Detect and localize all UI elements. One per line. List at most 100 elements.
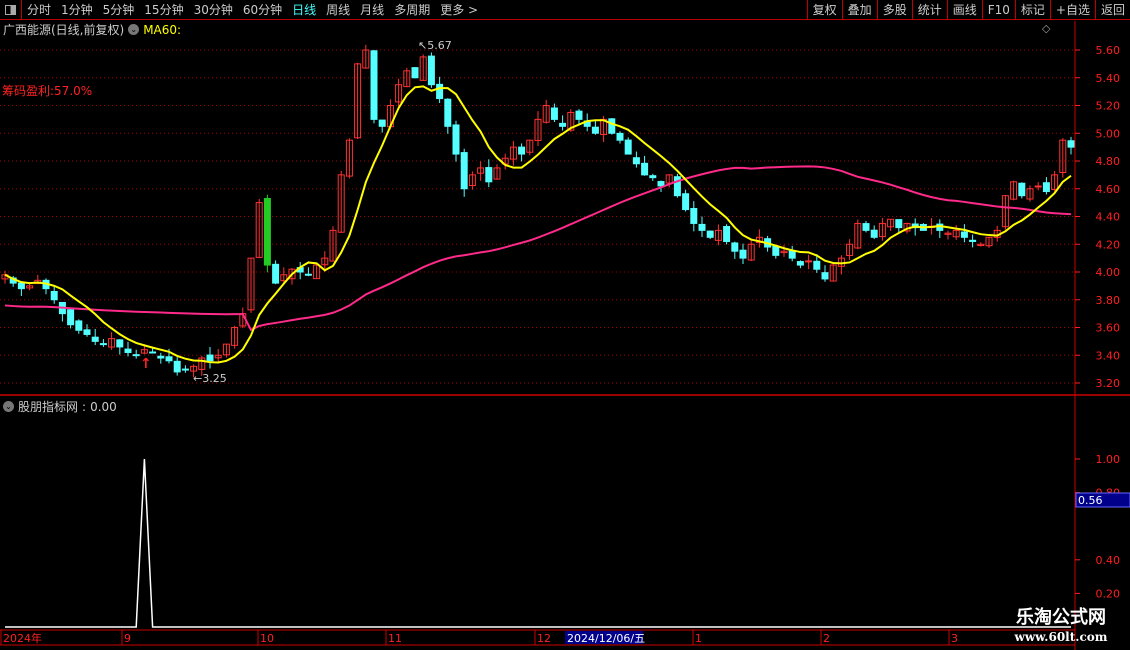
candle-down xyxy=(698,223,706,231)
candle-down xyxy=(83,329,91,335)
indicator-line xyxy=(5,458,1071,628)
candle-down xyxy=(550,107,558,120)
candle-down xyxy=(91,336,99,342)
price-tick-label: 3.60 xyxy=(1096,322,1121,335)
candle-down xyxy=(452,124,460,155)
candle-down xyxy=(411,67,419,79)
candle-down xyxy=(427,55,435,86)
candle-down xyxy=(75,320,83,331)
candle-down xyxy=(181,368,189,371)
candle-down xyxy=(17,282,25,290)
date-label: 2 xyxy=(823,632,830,645)
date-label: 10 xyxy=(260,632,274,645)
candle-down xyxy=(870,229,878,238)
candle-down xyxy=(895,219,903,229)
indicator-sep: : xyxy=(82,399,87,414)
candle-down xyxy=(969,239,977,242)
candle-up xyxy=(805,260,813,263)
candle-down xyxy=(132,354,140,357)
candle-down xyxy=(157,355,165,359)
watermark-logo: 乐淘公式网 www.60lt.com xyxy=(992,606,1130,650)
selected-date: 2024/12/06/五 xyxy=(567,632,645,645)
candle-down xyxy=(682,193,690,211)
price-tick-label: 3.80 xyxy=(1096,294,1121,307)
candle-down xyxy=(99,343,107,346)
indicator-title: ⌄ 股朋指标网 : 0.00 xyxy=(3,398,117,415)
price-tick-label: 5.00 xyxy=(1096,127,1121,140)
candle-down xyxy=(575,110,583,120)
candle-down xyxy=(624,139,632,155)
candle-down xyxy=(124,348,132,353)
indicator-tick-label: 0.40 xyxy=(1096,554,1121,567)
candle-down xyxy=(1018,182,1026,197)
candle-down xyxy=(813,260,821,270)
candle-down xyxy=(788,250,796,259)
candle-down xyxy=(67,309,75,326)
candle-down xyxy=(731,242,739,252)
candle-down xyxy=(772,245,780,256)
candle-down xyxy=(739,249,747,259)
price-tick-label: 5.60 xyxy=(1096,44,1121,57)
price-tick-label: 3.20 xyxy=(1096,377,1121,390)
candle-down xyxy=(165,356,173,362)
candle-down xyxy=(370,50,378,120)
candle-up xyxy=(1034,185,1042,188)
price-tick-label: 4.80 xyxy=(1096,155,1121,168)
candle-down xyxy=(616,132,624,141)
candle-down xyxy=(862,223,870,231)
candle-down xyxy=(1067,140,1075,148)
candle-down xyxy=(723,226,731,242)
low-price-label: ←3.25 xyxy=(193,372,227,385)
price-tick-label: 4.00 xyxy=(1096,266,1121,279)
indicator-value: 0.00 xyxy=(90,399,117,414)
candle-down xyxy=(518,146,526,155)
candle-down xyxy=(116,339,124,348)
date-label: 12 xyxy=(537,632,551,645)
candle-down xyxy=(444,98,452,127)
candle-down xyxy=(608,118,616,134)
high-price-label: ↖5.67 xyxy=(418,39,452,52)
candle-down xyxy=(149,351,157,354)
candle-down xyxy=(378,119,386,127)
candle-down xyxy=(263,198,271,266)
cursor-value: 0.56 xyxy=(1078,494,1103,507)
date-label: 1 xyxy=(695,632,702,645)
candle-down xyxy=(591,126,599,134)
candle-down xyxy=(436,83,444,100)
candle-down xyxy=(649,175,657,179)
candle-down xyxy=(632,157,640,165)
candle-down xyxy=(1042,182,1050,193)
candle-down xyxy=(690,207,698,224)
candle-down xyxy=(657,181,665,187)
watermark-line2: www.60lt.com xyxy=(1014,630,1108,644)
date-label: 3 xyxy=(951,632,958,645)
candle-down xyxy=(50,290,58,301)
candle-down xyxy=(173,360,181,373)
date-label: 9 xyxy=(124,632,131,645)
candle-down xyxy=(272,263,280,284)
candle-down xyxy=(706,230,714,238)
indicator-name: 股朋指标网 xyxy=(18,400,79,414)
kline-chart[interactable]: 5.60 5.40 5.20 5.00 4.80 4.60 4.40 4.20 4.00 3.80… xyxy=(0,0,1130,650)
price-tick-label: 5.40 xyxy=(1096,72,1121,85)
price-tick-label: 4.20 xyxy=(1096,238,1121,251)
price-tick-label: 4.40 xyxy=(1096,211,1121,224)
indicator-tick-label: 0.20 xyxy=(1096,587,1121,600)
candle-down xyxy=(206,354,214,362)
price-tick-label: 4.60 xyxy=(1096,183,1121,196)
candle-down xyxy=(641,162,649,176)
candle-down xyxy=(821,272,829,280)
chevron-down-icon[interactable]: ⌄ xyxy=(3,401,14,412)
date-label: 2024年 xyxy=(3,631,42,645)
price-tick-label: 5.20 xyxy=(1096,100,1121,113)
candle-down xyxy=(460,152,468,190)
price-tick-label: 3.40 xyxy=(1096,349,1121,362)
candle-down xyxy=(796,261,804,266)
candle-down xyxy=(960,231,968,238)
candle-down xyxy=(304,273,312,276)
candle-down xyxy=(485,167,493,183)
indicator-tick-label: 1.00 xyxy=(1096,453,1121,466)
buy-arrow-icon: ↑ xyxy=(140,356,152,372)
candle-down xyxy=(559,122,567,127)
ma60-line xyxy=(4,165,1072,332)
